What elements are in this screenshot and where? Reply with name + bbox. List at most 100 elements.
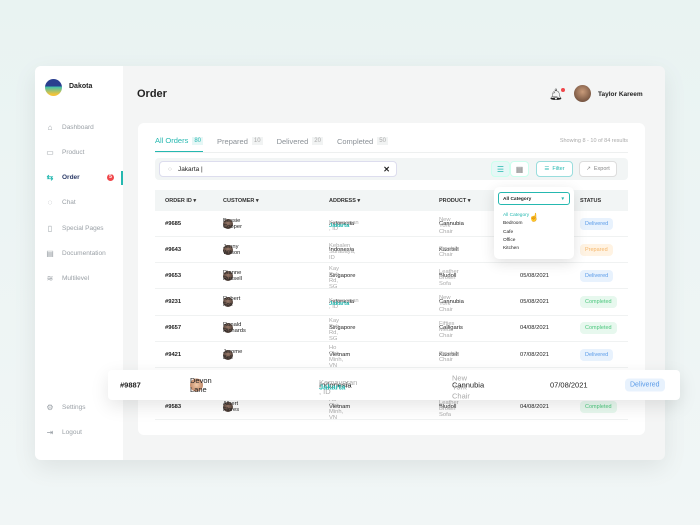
address-highlight: Jakarta [329,301,350,308]
sidebar-item-label: Multilevel [62,275,90,283]
address-highlight: Jakarta [329,222,350,229]
brand-name: Dakota [69,83,93,90]
transfer-icon: ⇆ [46,173,54,183]
tab-completed[interactable]: Completed 50 [337,136,388,152]
table-row[interactable]: #9231 Robert Fox Indonesia Kemayoran Jakart… [155,290,628,316]
filter-button[interactable]: ☰ Filter [536,161,573,177]
sidebar-item-label: Settings [62,403,86,411]
product-name: New York Chair [439,295,453,314]
logo-icon [45,79,62,96]
sidebar-item-chat[interactable]: ◌ Chat [45,196,123,210]
order-id: #9231 [165,299,182,306]
tab-label: Completed [336,136,374,146]
order-date: 04/08/2021 [520,325,550,332]
highlighted-table-row[interactable]: #9887 Devon Lane Indonesia Kemayoran Jakart… [108,370,680,401]
user-avatar[interactable] [574,85,591,102]
sidebar-item-label: Logout [62,428,82,436]
address-detail: Kemayoran Jakarta, ID [329,298,359,311]
tab-all-orders[interactable]: All Orders 80 [155,136,204,152]
customer-name: Devon Lane [190,376,212,394]
table-row[interactable]: #9653 Dianne Russell Singapore Kay Poh Rd, … [155,263,628,290]
address-detail: Ho Chi Minh, VN [329,344,344,369]
dropdown-option-office[interactable]: Office [503,238,515,243]
export-button[interactable]: ↗ Export [579,161,617,177]
tab-count: 20 [312,137,323,145]
dropdown-option-all-category[interactable]: All Category [503,213,529,218]
status-badge: Delivered [580,348,614,361]
col-order-id[interactable]: ORDER ID ▾ [165,198,196,204]
sidebar-item-documentation[interactable]: ▤ Documentation [45,247,123,261]
sidebar-item-special-pages[interactable]: ▯ Special Pages [45,221,123,235]
sidebar-item-settings[interactable]: ⚙ Settings [45,400,123,414]
address-detail: Ho Chi Minh, VN [329,397,344,421]
order-date: 04/08/2021 [520,403,550,410]
address-highlight: Jakarta [319,382,346,392]
tab-count: 50 [377,137,388,145]
status-badge: Delivered [580,269,614,282]
address-detail: Kay Poh Rd, SG [329,265,340,290]
table-row[interactable]: #9657 Ronald Richards Singapore Kay Poh Rd,… [155,316,628,342]
col-address[interactable]: ADDRESS ▾ [329,198,360,204]
grid-view-button[interactable]: ▦ [510,161,529,177]
address-detail: Kay Poh Rd, SG [329,318,340,343]
product-name: Smatrik Chair [439,350,459,363]
home-icon: ⌂ [47,122,53,132]
status-badge: Delivered [625,378,665,392]
customer-name: Albert Flores [223,400,240,413]
order-id: #9657 [165,325,182,332]
col-product[interactable]: PRODUCT ▾ [439,198,470,204]
product-name: Leather Brown Sofa [439,268,459,287]
dropdown-option-bedroom[interactable]: Bedroom [503,221,522,226]
customer-name: Robert Fox [223,296,241,309]
sidebar-item-product[interactable]: ▭ Product [45,145,123,159]
tab-label: All Orders [155,136,189,145]
notification-bell-icon[interactable]: 🔔︎ [549,88,565,101]
customer-name: Jenny Wilson [223,243,241,256]
status-badge: Completed [580,296,617,309]
document-icon: ▤ [46,249,54,258]
search-input[interactable]: ○ Jakarta | ✕ [159,161,397,177]
filter-icon: ☰ [544,166,550,172]
order-date: 07/08/2021 [520,351,550,358]
order-id: #9653 [165,272,182,279]
col-status: STATUS [580,197,602,204]
search-icon: ○ [168,165,172,173]
layers-icon: ≋ [46,274,54,284]
sidebar-item-dashboard[interactable]: ⌂ Dashboard [45,120,123,134]
tab-count: 10 [251,137,263,145]
export-icon: ↗ [586,166,591,172]
order-id: #9421 [165,351,182,358]
category-selected: All Category [503,197,532,202]
tab-count: 80 [192,136,204,145]
order-date: 05/08/2021 [520,299,550,306]
customer-name: Ronald Richards [223,322,246,335]
list-view-button[interactable]: ☰ [491,161,510,177]
customer-name: Jerome Bell [223,348,243,361]
dropdown-option-kitchen[interactable]: Kitchen [503,246,519,251]
order-date: 05/08/2021 [520,272,550,279]
sidebar-item-logout[interactable]: ⇥ Logout [45,425,123,439]
chat-icon: ◌ [47,198,53,208]
sidebar-item-order[interactable]: ⇆ Order 5 [45,170,123,185]
sidebar-item-label: Documentation [62,250,106,257]
tab-prepared[interactable]: Prepared 10 [217,136,263,152]
sidebar-item-label: Chat [62,199,76,207]
category-dropdown[interactable]: All Category ▾ All Category Bedroom Cafe Off… [494,187,574,259]
app-window: Dakota ⌂ Dashboard ▭ Product ⇆ Order 5 ◌ Chat ▯ Sp… [35,66,665,460]
col-customer[interactable]: CUSTOMER ▾ [223,198,259,204]
address-detail: Kebalen Surabaya, ID [329,242,356,261]
export-label: Export [593,166,610,172]
clear-search-icon[interactable]: ✕ [383,165,390,174]
product-name: Smatrik Chair [439,245,459,258]
tab-delivered[interactable]: Delivered 20 [277,136,323,152]
page-title: Order [137,88,167,100]
user-name[interactable]: Taylor Kareem [598,91,643,98]
order-id: #9583 [165,403,182,410]
dropdown-option-cafe[interactable]: Cafe [503,230,513,235]
category-select[interactable]: All Category ▾ [498,192,570,205]
address-detail: Kemayoran Jakarta, ID [329,219,359,232]
table-row[interactable]: #9421 Jerome Bell Vietnam Ho Chi Minh, VN Ka… [155,342,628,369]
product-name: New York Chair [439,216,453,235]
results-count: Showing 8 - 10 of 84 results [559,138,628,144]
sidebar-item-multilevel[interactable]: ≋ Multilevel [45,272,123,286]
